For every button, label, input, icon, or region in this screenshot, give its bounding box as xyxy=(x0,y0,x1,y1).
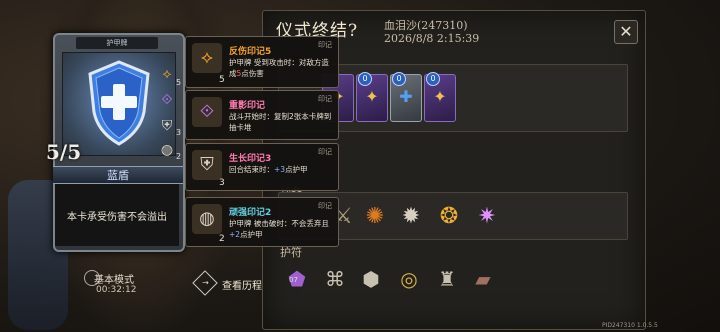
ring-icon[interactable]: ◎ xyxy=(396,266,422,292)
tooltip-description: 护甲牌 受到攻击时：对敌方造成5点伤害 xyxy=(229,58,329,78)
tooltip-level: 2 xyxy=(219,234,225,244)
mode-time: 00:32:12 xyxy=(96,285,137,295)
tooltip-name: 生长印记3 xyxy=(229,154,272,164)
tooltip-tough-mark: 印记 ◍ 2 顽强印记2 护甲牌 被击破时：不会丢弃且+2点护甲 xyxy=(185,197,339,247)
deck-card[interactable]: 0 ✦ xyxy=(356,72,388,122)
growth-mark-icon: ⛨ xyxy=(192,150,222,180)
fire-claw-icon[interactable]: ✺ xyxy=(362,204,388,230)
horn-icon[interactable]: ⌘ xyxy=(322,266,348,292)
card-cost: 0 xyxy=(358,72,372,86)
tooltip-description: 回合结束时：+3点护甲 xyxy=(229,165,308,174)
card-type-label: 护甲牌 xyxy=(76,37,158,49)
tooltip-tag: 印记 xyxy=(318,41,332,49)
side-icon-count: 3 xyxy=(176,128,182,137)
growth-mark-icon: ⛨ xyxy=(161,118,173,134)
tooltip-name: 顽强印记2 xyxy=(229,208,272,218)
bracer-icon[interactable]: ▰ xyxy=(470,266,496,292)
burst-icon[interactable]: ✹ xyxy=(398,204,424,230)
view-history-label: 查看历程 xyxy=(222,281,262,292)
shadow-mark-icon: ⟐ xyxy=(161,92,173,108)
tooltip-name: 反伤印记5 xyxy=(229,47,272,57)
shield-icon xyxy=(88,60,150,146)
claw-icon: ✦ xyxy=(433,87,447,106)
card-cost: 0 xyxy=(392,72,406,86)
tough-mark-icon: ◍ xyxy=(160,142,174,158)
tooltip-description: 护甲牌 被击破时：不会丢弃且+2点护甲 xyxy=(229,219,329,239)
tooltip-name: 重影印记 xyxy=(229,101,266,111)
tooltip-tag: 印记 xyxy=(318,148,332,156)
close-icon: ✕ xyxy=(619,22,633,41)
deck-card[interactable]: 0 ✚ xyxy=(390,72,422,122)
shield-icon: ✚ xyxy=(399,87,413,106)
lightning-icon[interactable]: ✷ xyxy=(474,204,500,230)
tooltip-description: 战斗开始时：复制2张本卡牌到抽卡堆 xyxy=(229,112,332,132)
counter-mark-icon: ⟡ xyxy=(162,66,172,82)
player-name: 血泪沙(247310) xyxy=(384,19,468,32)
card-description: 本卡承受伤害不会溢出 xyxy=(67,212,167,223)
tooltip-level: 3 xyxy=(219,178,225,188)
close-button[interactable]: ✕ xyxy=(614,20,638,44)
shadow-mark-icon: ⟐ xyxy=(192,97,222,127)
card-cost: 0 xyxy=(426,72,440,86)
tooltip-level: 5 xyxy=(219,75,225,85)
tooltip-shadow-mark: 印记 ⟐ 重影印记 战斗开始时：复制2张本卡牌到抽卡堆 xyxy=(185,90,339,140)
claw-icon: ✦ xyxy=(365,87,379,106)
deck-card[interactable]: 0 ✦ xyxy=(424,72,456,122)
result-datetime: 2026/8/8 2:15:39 xyxy=(384,32,480,45)
gauntlet-icon[interactable]: ♜ xyxy=(434,266,460,292)
card-stat: 5/5 xyxy=(46,140,82,164)
side-icon-count: 2 xyxy=(176,152,182,161)
amulet-count: 07 xyxy=(289,276,298,284)
tooltip-tag: 印记 xyxy=(318,95,332,103)
counter-mark-icon: ⟡ xyxy=(192,43,222,73)
tough-mark-icon: ◍ xyxy=(192,204,222,234)
tooltip-counter-mark: 印记 ⟡ 5 反伤印记5 护甲牌 受到攻击时：对敌方造成5点伤害 xyxy=(185,36,339,88)
golden-crest-icon[interactable]: ❂ xyxy=(436,204,462,230)
tooltip-tag: 印记 xyxy=(318,202,332,210)
tooltip-growth-mark: 印记 ⛨ 3 生长印记3 回合结束时：+3点护甲 xyxy=(185,143,339,191)
side-icon-count: 5 xyxy=(176,78,182,87)
mode-label: 基本模式 xyxy=(94,275,134,286)
card-name: 蓝盾 xyxy=(107,169,129,182)
plate-icon[interactable]: ⬢ xyxy=(358,266,384,292)
version-text: PID247310 1.0.5.5 xyxy=(602,322,658,329)
